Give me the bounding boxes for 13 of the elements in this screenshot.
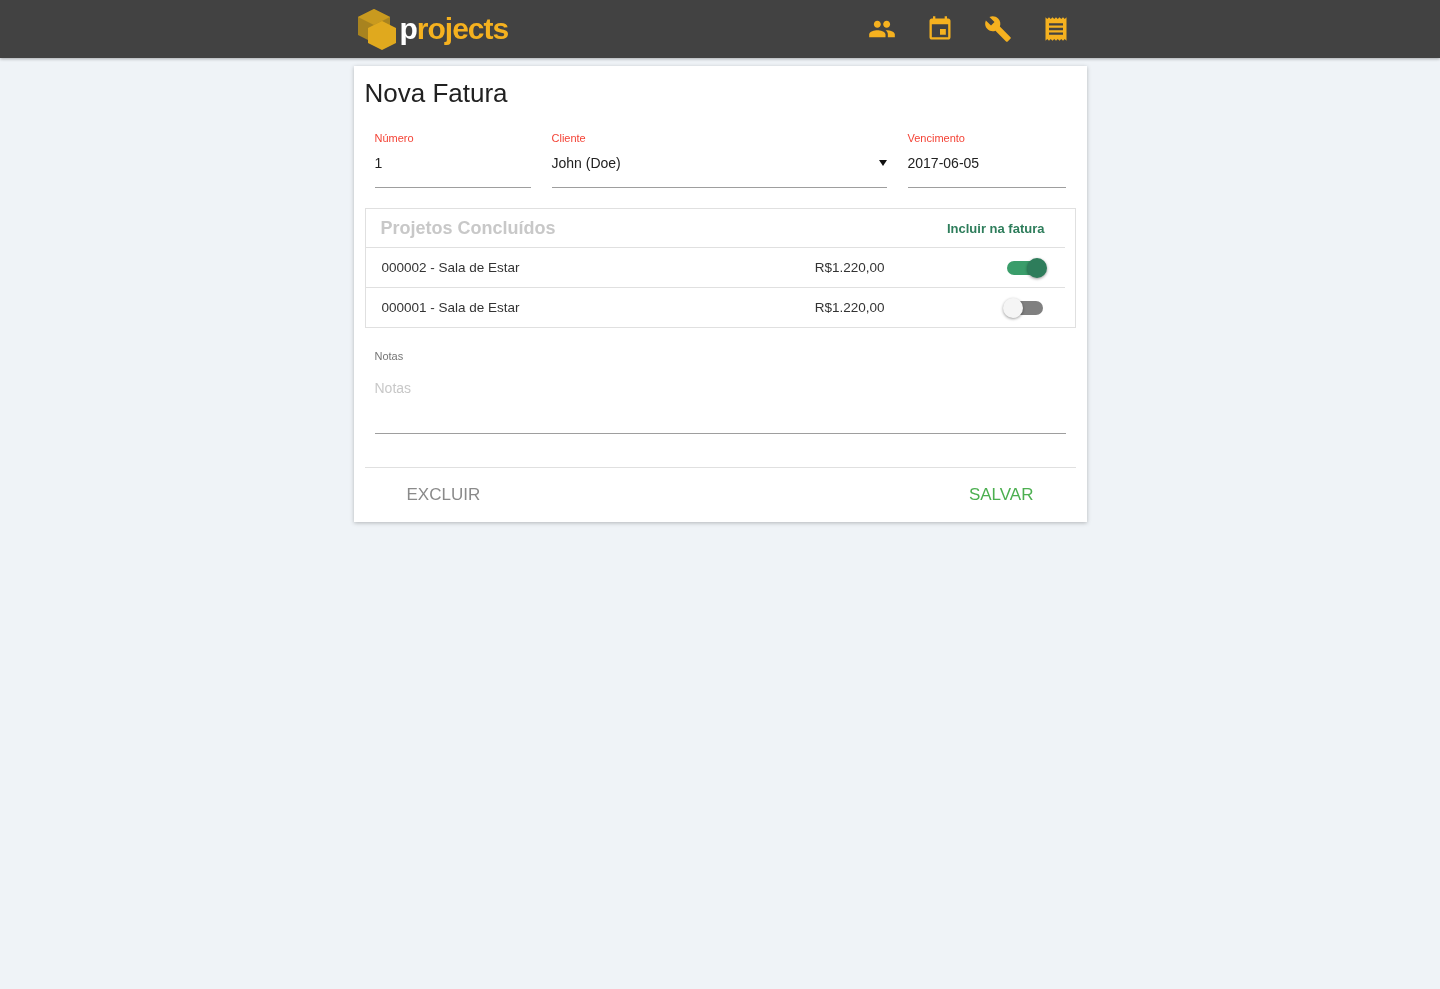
logo-text: projects [399,12,509,46]
notes-label: Notas [374,350,404,362]
project-amount: R$1.220,00 [813,260,885,275]
project-amount: R$1.220,00 [813,300,885,315]
input-field[interactable]: Número 1 [374,132,531,188]
caret-icon [878,160,887,166]
input-field[interactable]: Vencimento 2017-06-05 [907,132,1066,188]
wrench-icon[interactable] [982,14,1013,44]
project-name: 000002 - Sala de Estar [381,260,521,275]
page-title: Nova Fatura [363,77,509,110]
client-dropdown[interactable]: Cliente John (Doe) [551,132,887,188]
project-name: 000001 - Sala de Estar [381,300,521,315]
column-heading: Incluir na fatura [946,220,1045,236]
